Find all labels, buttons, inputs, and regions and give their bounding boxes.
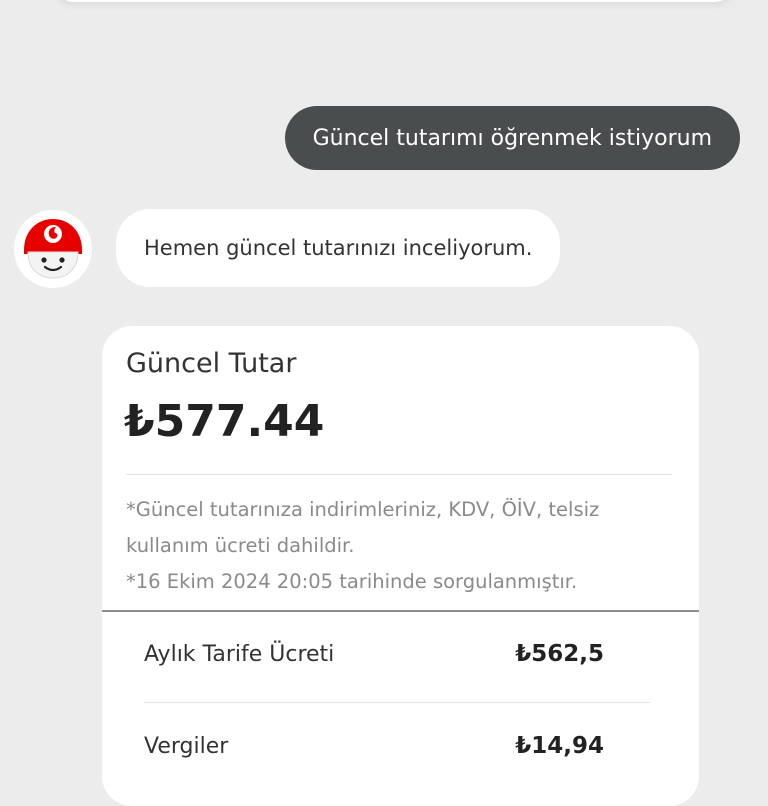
user-message-bubble: Güncel tutarımı öğrenmek istiyorum <box>284 106 740 170</box>
bot-message-bubble: Hemen güncel tutarınızı inceliyorum. <box>116 209 561 287</box>
bill-note: *Güncel tutarınıza indirimleriniz, KDV, … <box>126 492 666 600</box>
row-value-tariff: ₺562,5 <box>515 641 604 667</box>
previous-message-card <box>52 0 736 2</box>
vodafone-mascot-icon <box>14 210 92 288</box>
user-message-text: Güncel tutarımı öğrenmek istiyorum <box>312 125 712 151</box>
section-divider <box>102 610 699 612</box>
note-line-1: *Güncel tutarınıza indirimleriniz, KDV, … <box>126 498 600 521</box>
card-title: Güncel Tutar <box>126 348 297 379</box>
note-line-3: *16 Ekim 2024 20:05 tarihinde sorgulanmı… <box>126 570 578 593</box>
row-label-tariff: Aylık Tarife Ücreti <box>144 642 335 667</box>
divider <box>126 474 672 475</box>
bot-message-text: Hemen güncel tutarınızı inceliyorum. <box>144 236 533 260</box>
row-value-taxes: ₺14,94 <box>515 733 604 759</box>
note-line-2: kullanım ücreti dahildir. <box>126 534 355 557</box>
row-divider <box>144 702 650 703</box>
current-amount: ₺577.44 <box>124 396 325 447</box>
bot-avatar-icon <box>14 210 92 288</box>
row-label-taxes: Vergiler <box>144 734 229 759</box>
current-bill-card: Güncel Tutar ₺577.44 *Güncel tutarınıza … <box>102 326 699 806</box>
